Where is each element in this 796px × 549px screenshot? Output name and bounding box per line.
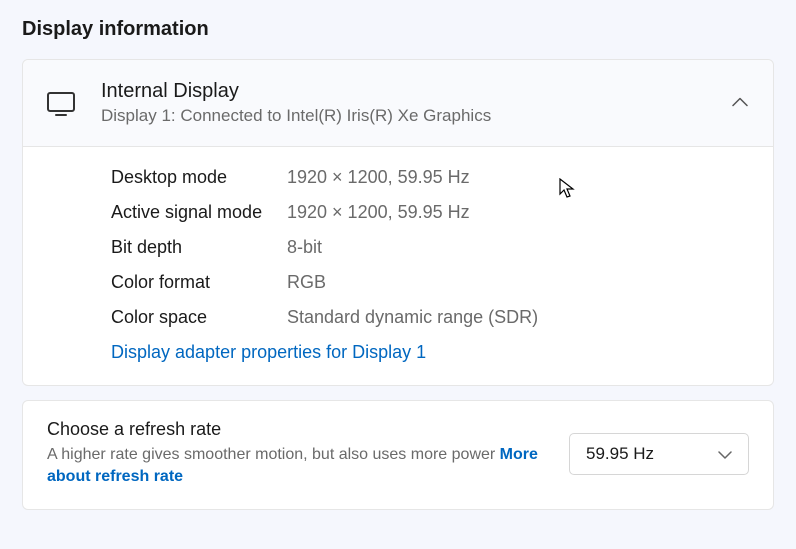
refresh-desc-text: A higher rate gives smoother motion, but…	[47, 446, 500, 463]
refresh-title: Choose a refresh rate	[47, 419, 549, 440]
info-label: Active signal mode	[47, 202, 287, 223]
info-row: Color space Standard dynamic range (SDR)	[47, 307, 749, 328]
info-label: Color format	[47, 272, 287, 293]
display-info-card: Internal Display Display 1: Connected to…	[22, 59, 774, 386]
dropdown-selected-value: 59.95 Hz	[586, 444, 654, 464]
monitor-icon	[47, 92, 75, 112]
info-value: 8-bit	[287, 237, 322, 258]
display-card-body: Desktop mode 1920 × 1200, 59.95 Hz Activ…	[23, 147, 773, 385]
chevron-down-icon	[718, 444, 732, 464]
refresh-description: A higher rate gives smoother motion, but…	[47, 444, 549, 489]
info-row: Color format RGB	[47, 272, 749, 293]
info-label: Color space	[47, 307, 287, 328]
info-row: Desktop mode 1920 × 1200, 59.95 Hz	[47, 167, 749, 188]
header-text: Internal Display Display 1: Connected to…	[101, 78, 731, 126]
info-row: Bit depth 8-bit	[47, 237, 749, 258]
refresh-rate-card: Choose a refresh rate A higher rate give…	[22, 400, 774, 510]
chevron-up-icon	[731, 93, 749, 111]
info-label: Desktop mode	[47, 167, 287, 188]
adapter-link-row: Display adapter properties for Display 1	[47, 342, 749, 363]
section-title: Display information	[22, 18, 774, 41]
adapter-properties-link[interactable]: Display adapter properties for Display 1	[111, 342, 426, 362]
info-value: 1920 × 1200, 59.95 Hz	[287, 202, 470, 223]
info-value: 1920 × 1200, 59.95 Hz	[287, 167, 470, 188]
display-title: Internal Display	[101, 78, 731, 104]
info-value: RGB	[287, 272, 326, 293]
refresh-rate-dropdown[interactable]: 59.95 Hz	[569, 433, 749, 475]
refresh-text: Choose a refresh rate A higher rate give…	[47, 419, 569, 489]
info-row: Active signal mode 1920 × 1200, 59.95 Hz	[47, 202, 749, 223]
display-card-header[interactable]: Internal Display Display 1: Connected to…	[23, 60, 773, 147]
display-subtitle: Display 1: Connected to Intel(R) Iris(R)…	[101, 106, 731, 126]
info-label: Bit depth	[47, 237, 287, 258]
info-value: Standard dynamic range (SDR)	[287, 307, 538, 328]
